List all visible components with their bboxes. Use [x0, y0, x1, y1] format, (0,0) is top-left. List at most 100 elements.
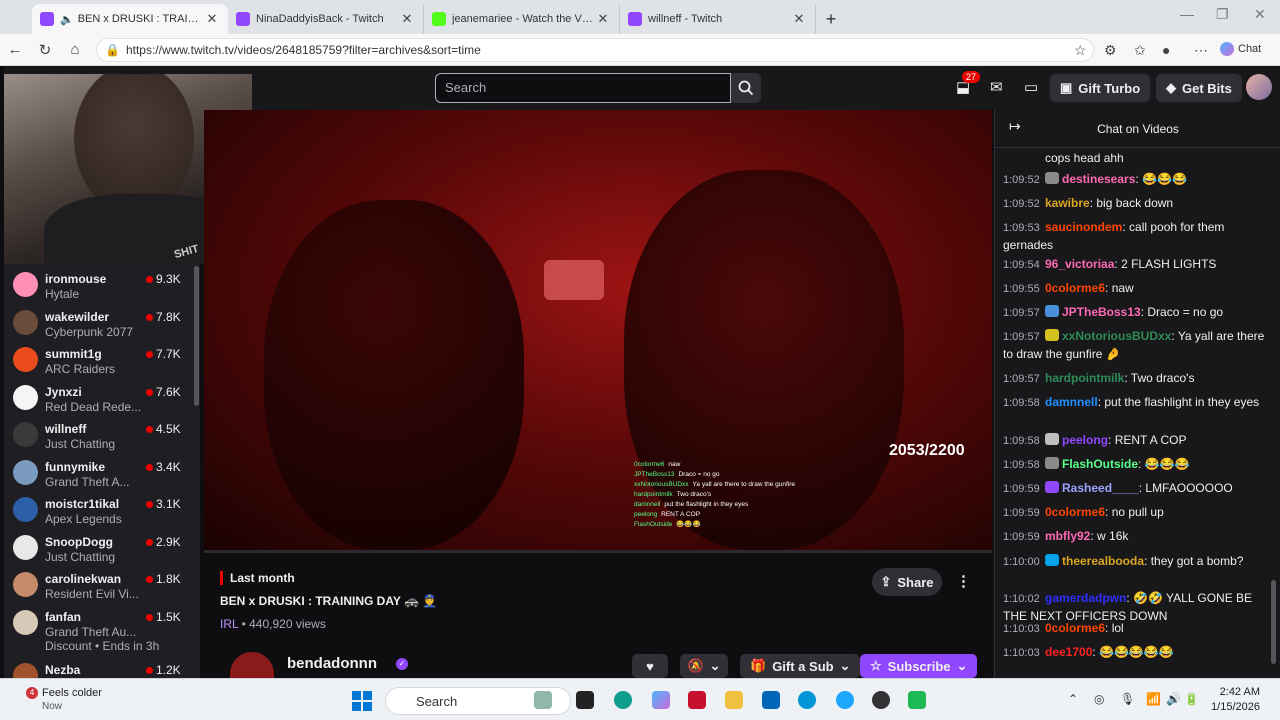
refresh-icon[interactable]: ↻: [30, 41, 60, 59]
channel-name[interactable]: bendadonnn: [287, 655, 377, 672]
chat-username[interactable]: theerealbooda: [1062, 554, 1144, 568]
chat-username[interactable]: 0colorme6: [1045, 281, 1105, 295]
chat-message[interactable]: 1:09:57 hardpointmilk: Two draco's: [1003, 370, 1267, 388]
sidebar-channel[interactable]: funnymike Grand Theft A... 3.4K: [4, 454, 200, 491]
notifications-button[interactable]: 🔕 ⌄: [680, 654, 728, 678]
speaker-icon[interactable]: 🔈: [60, 13, 74, 26]
chat-username[interactable]: peelong: [1062, 433, 1108, 447]
chat-message[interactable]: 1:09:57 JPTheBoss13: Draco = no go: [1003, 304, 1267, 322]
chat-username[interactable]: 0colorme6: [1045, 621, 1105, 635]
chat-app-icon[interactable]: [908, 691, 926, 709]
hp-app-icon[interactable]: [798, 691, 816, 709]
minimize-icon[interactable]: —: [1180, 6, 1194, 22]
sidebar-channel[interactable]: moistcr1tikal Apex Legends 3.1K: [4, 491, 200, 528]
video-progress-track[interactable]: [204, 550, 992, 553]
chat-message[interactable]: 1:09:58 FlashOutside: 😂😂😂: [1003, 456, 1267, 474]
chat-username[interactable]: 96_victoriaa: [1045, 257, 1114, 271]
share-button[interactable]: ⇪ Share: [872, 568, 942, 596]
sidebar-channel[interactable]: Nezba 1.2K: [4, 657, 200, 678]
wifi-icon[interactable]: 📶: [1146, 692, 1161, 706]
copilot-app-icon[interactable]: [652, 691, 670, 709]
tab-willneff[interactable]: willneff - Twitch ✕: [620, 4, 816, 34]
file-explorer-app-icon[interactable]: [725, 691, 743, 709]
gift-turbo-button[interactable]: ▣ Gift Turbo: [1050, 74, 1151, 102]
chat-username[interactable]: JPTheBoss13: [1062, 305, 1141, 319]
copilot-chat-button[interactable]: Chat: [1220, 42, 1261, 56]
close-icon[interactable]: ✕: [595, 11, 611, 27]
chat-username[interactable]: xxNotoriousBUDxx: [1062, 329, 1171, 343]
sidebar-channel[interactable]: willneff Just Chatting 4.5K: [4, 416, 200, 453]
favorite-star-icon[interactable]: ☆: [1074, 42, 1087, 59]
chat-message[interactable]: 1:10:03 dee1700: 😂😂😂😂😂: [1003, 644, 1267, 662]
channel-avatar[interactable]: [230, 652, 274, 678]
close-icon[interactable]: ✕: [399, 11, 415, 27]
profile-icon[interactable]: ●: [1162, 42, 1170, 58]
sidebar-channel[interactable]: ironmouse Hytale 9.3K: [4, 266, 200, 303]
store-app-icon[interactable]: [762, 691, 780, 709]
chat-message[interactable]: cops head ahh: [1003, 150, 1267, 167]
sidebar-channel[interactable]: fanfan Grand Theft Au... 1.5K: [4, 604, 200, 641]
video-player[interactable]: 2053/2200 0colorme6 naw JPTheBoss13 Draco =…: [204, 110, 992, 550]
search-button[interactable]: [731, 73, 761, 103]
back-icon[interactable]: ←: [0, 41, 30, 58]
chat-username[interactable]: 0colorme6: [1045, 505, 1105, 519]
sidebar-channel[interactable]: carolinekwan Resident Evil Vi... 1.8K: [4, 566, 200, 603]
chat-message[interactable]: 1:09:58 damnnell: put the flashlight in t…: [1003, 394, 1267, 412]
sidebar-channel[interactable]: SnoopDogg Just Chatting 2.9K: [4, 529, 200, 566]
microphone-icon[interactable]: 🎙: [1120, 692, 1135, 706]
url-field[interactable]: 🔒 https://www.twitch.tv/videos/264818575…: [96, 38, 1094, 62]
terminal-app-icon[interactable]: [576, 691, 594, 709]
get-bits-button[interactable]: ◆ Get Bits: [1156, 74, 1242, 102]
chat-username[interactable]: saucinondem: [1045, 220, 1122, 234]
mcafee-app-icon[interactable]: [688, 691, 706, 709]
chat-username[interactable]: mbfly92: [1045, 529, 1090, 543]
sidebar-channel[interactable]: summit1g ARC Raiders 7.7K: [4, 341, 200, 378]
volume-icon[interactable]: 🔊: [1166, 692, 1181, 706]
whispers-icon[interactable]: ▭: [1024, 78, 1038, 96]
close-window-icon[interactable]: ✕: [1254, 6, 1266, 23]
extensions-icon[interactable]: ⚙: [1104, 42, 1117, 59]
chat-message[interactable]: 1:09:52 destinesears: 😂😂😂: [1003, 171, 1267, 189]
category-link[interactable]: IRL: [220, 617, 238, 631]
edge-beta-app-icon[interactable]: [836, 691, 854, 709]
chat-username[interactable]: Rasheed____: [1062, 481, 1139, 495]
chat-username[interactable]: damnnell: [1045, 395, 1098, 409]
chat-username[interactable]: kawibre: [1045, 196, 1090, 210]
chat-username[interactable]: hardpointmilk: [1045, 371, 1124, 385]
chat-username[interactable]: FlashOutside: [1062, 457, 1138, 471]
chat-username[interactable]: destinesears: [1062, 172, 1135, 186]
sidebar-channel[interactable]: Jynxzi Red Dead Rede... 7.6K: [4, 379, 200, 416]
edge-app-icon[interactable]: [614, 691, 632, 709]
chat-message[interactable]: 1:09:55 0colorme6: naw: [1003, 280, 1267, 298]
media-app-icon[interactable]: [872, 691, 890, 709]
tab-ninadaddy[interactable]: NinaDaddyisBack - Twitch ✕: [228, 4, 424, 34]
chat-message[interactable]: 1:09:52 kawibre: big back down: [1003, 195, 1267, 213]
tab-training-day[interactable]: 🔈 BEN x DRUSKI : TRAINING DAY ✕: [32, 4, 228, 34]
favorites-icon[interactable]: ✩: [1134, 42, 1146, 59]
chat-message[interactable]: 1:09:54 96_victoriaa: 2 FLASH LIGHTS: [1003, 256, 1267, 274]
subscribe-button[interactable]: ☆ Subscribe ⌄: [860, 654, 978, 678]
close-icon[interactable]: ✕: [204, 11, 220, 27]
tray-app-icon[interactable]: ◎: [1094, 692, 1104, 706]
user-avatar[interactable]: [1246, 74, 1272, 100]
chat-message[interactable]: 1:09:53 saucinondem: call pooh for them g…: [1003, 219, 1267, 254]
system-clock[interactable]: 2:42 AM 1/15/2026: [1200, 685, 1260, 715]
widgets-app-icon[interactable]: [534, 691, 552, 709]
weather-widget[interactable]: ☁ 4 Feels colder Now: [18, 687, 168, 715]
more-menu-icon[interactable]: ⋯: [1194, 42, 1208, 59]
start-button[interactable]: [352, 691, 372, 711]
more-options-icon[interactable]: ⋮: [956, 572, 971, 590]
chat-message[interactable]: 1:10:00 theerealbooda: they got a bomb?: [1003, 553, 1267, 571]
new-tab-button[interactable]: +: [816, 4, 846, 34]
chat-scrollbar[interactable]: [1271, 580, 1276, 664]
search-input[interactable]: Search: [435, 73, 731, 103]
chat-username[interactable]: gamerdadpwn: [1045, 591, 1126, 605]
chat-message[interactable]: 1:10:03 0colorme6: lol: [1003, 620, 1267, 638]
chat-message[interactable]: 1:09:59 0colorme6: no pull up: [1003, 504, 1267, 522]
chat-message[interactable]: 1:09:59 Rasheed____: LMFAOOOOOO: [1003, 480, 1267, 498]
chat-message[interactable]: 1:09:58 peelong: RENT A COP: [1003, 432, 1267, 450]
home-icon[interactable]: ⌂: [60, 41, 90, 58]
close-icon[interactable]: ✕: [791, 11, 807, 27]
tray-overflow-icon[interactable]: ⌃: [1068, 692, 1078, 706]
follow-heart-button[interactable]: ♥: [632, 654, 668, 678]
